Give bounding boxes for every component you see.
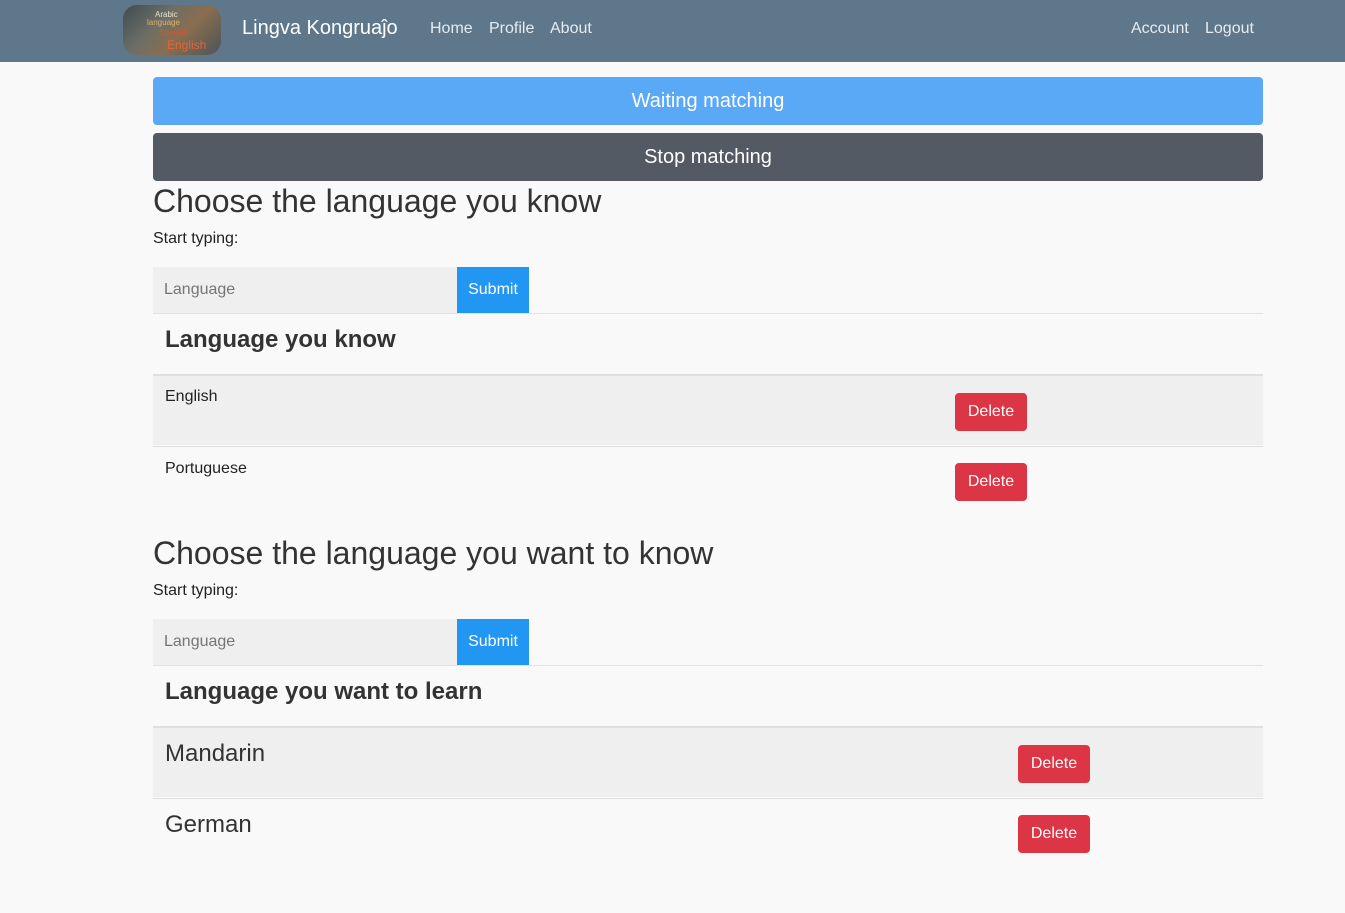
divider — [153, 665, 1263, 666]
known-language-input[interactable] — [153, 267, 457, 313]
nav-home-link[interactable]: Home — [430, 20, 473, 38]
learn-hint-label: Start typing: — [153, 582, 239, 599]
learn-submit-button[interactable]: Submit — [457, 619, 529, 665]
waiting-matching-button[interactable]: Waiting matching — [153, 77, 1263, 125]
nav-account-link[interactable]: Account — [1131, 20, 1189, 38]
known-section-title: Choose the language you know — [153, 183, 602, 219]
nav-logout-link[interactable]: Logout — [1205, 20, 1254, 38]
language-name: Mandarin — [165, 740, 266, 767]
language-name: German — [165, 811, 252, 838]
nav-about-link[interactable]: About — [550, 20, 592, 38]
stop-matching-button[interactable]: Stop matching — [153, 133, 1263, 181]
logo-word: language — [147, 18, 180, 27]
learn-table-header: Language you want to learn — [165, 678, 483, 705]
delete-button[interactable]: Delete — [1018, 815, 1090, 853]
known-table-row: Portuguese Delete — [153, 446, 1263, 517]
learn-language-input[interactable] — [153, 619, 457, 665]
known-hint-label: Start typing: — [153, 230, 239, 247]
language-name: Portuguese — [165, 460, 247, 477]
learn-table-row: German Delete — [153, 798, 1263, 869]
brand-logo[interactable]: Arabic language Spanish English — [123, 5, 221, 55]
known-table-row: English Delete — [153, 374, 1263, 445]
learn-section-title: Choose the language you want to know — [153, 535, 714, 571]
known-table-header: Language you know — [165, 326, 396, 353]
delete-button[interactable]: Delete — [955, 463, 1027, 501]
known-submit-button[interactable]: Submit — [457, 267, 529, 313]
top-navbar: Arabic language Spanish English Lingva K… — [0, 0, 1345, 62]
learn-table-row: Mandarin Delete — [153, 726, 1263, 797]
divider — [153, 313, 1263, 314]
logo-word: Spanish — [159, 28, 188, 37]
nav-profile-link[interactable]: Profile — [489, 20, 534, 38]
language-name: English — [165, 388, 218, 405]
brand-name[interactable]: Lingva Kongruaĵo — [242, 17, 398, 40]
delete-button[interactable]: Delete — [955, 393, 1027, 431]
delete-button[interactable]: Delete — [1018, 745, 1090, 783]
logo-word: English — [167, 38, 207, 52]
